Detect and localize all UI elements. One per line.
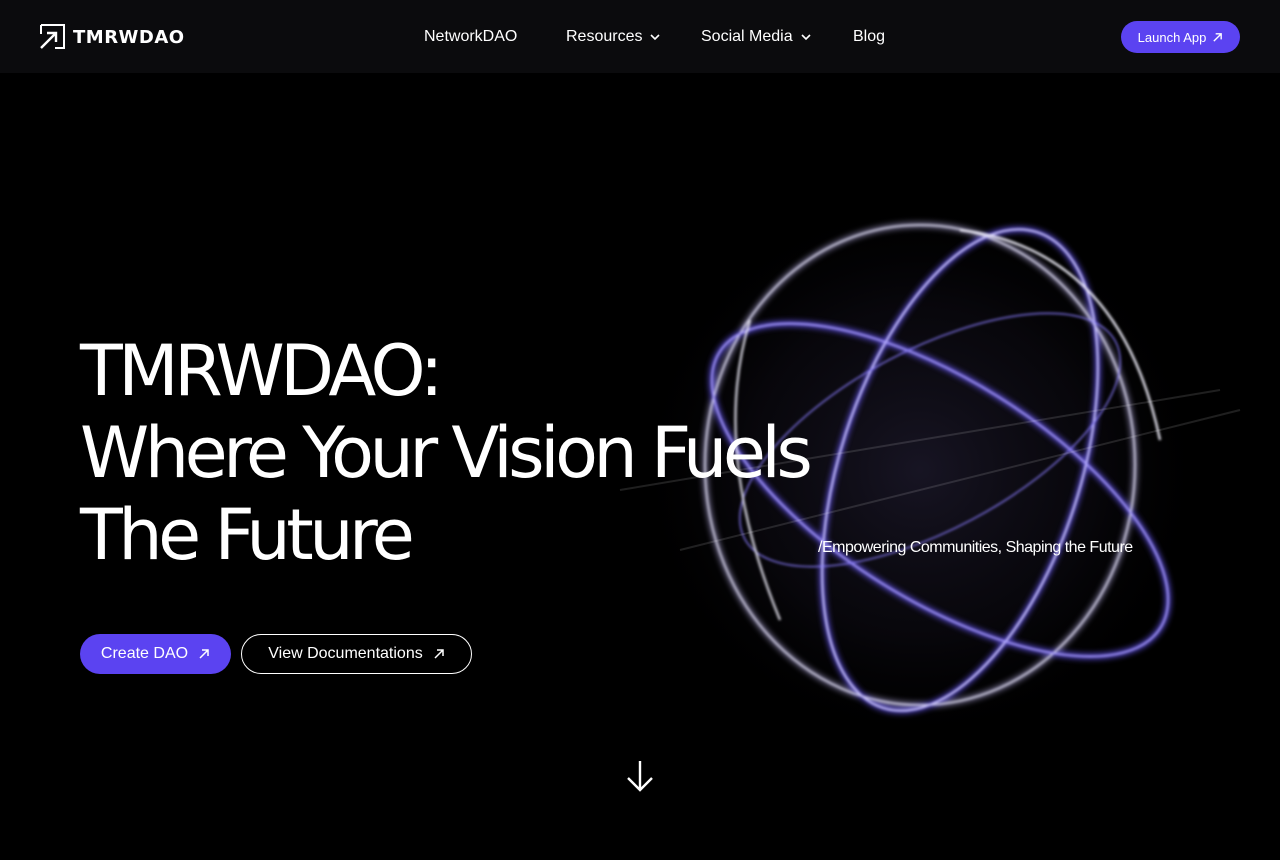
arrow-up-right-icon xyxy=(434,649,444,659)
hero-title: TMRWDAO: Where Your Vision Fuels The Fut… xyxy=(80,330,940,576)
nav-item-label: NetworkDAO xyxy=(424,28,518,45)
hero-tagline: /Empowering Communities, Shaping the Fut… xyxy=(818,539,1133,556)
nav-item-label: Blog xyxy=(853,28,886,45)
launch-app-button[interactable]: Launch App xyxy=(1121,21,1240,53)
chevron-down-icon xyxy=(801,34,811,41)
arrow-up-right-icon xyxy=(199,649,209,659)
view-documentations-button[interactable]: View Documentations xyxy=(241,634,472,674)
arrow-down-icon[interactable] xyxy=(624,758,656,794)
logo-text: TMRWDAO xyxy=(73,26,185,48)
view-documentations-label: View Documentations xyxy=(268,645,423,662)
create-dao-button[interactable]: Create DAO xyxy=(80,634,231,674)
nav-item-blog[interactable]: Blog xyxy=(853,26,885,48)
nav-item-networkdao[interactable]: NetworkDAO xyxy=(424,26,517,48)
nav-item-resources[interactable]: Resources xyxy=(566,26,661,48)
hero-title-line: Where Your Vision Fuels xyxy=(80,412,813,494)
hero-title-line: The Future xyxy=(80,494,415,576)
nav-item-label: Social Media xyxy=(701,28,793,45)
site-header: TMRWDAO NetworkDAO Resources Social Medi… xyxy=(0,0,1280,73)
create-dao-label: Create DAO xyxy=(100,645,189,662)
launch-app-label: Launch App xyxy=(1137,29,1207,45)
hero-title-line: TMRWDAO: xyxy=(80,330,443,412)
chevron-down-icon xyxy=(650,34,661,41)
nav-item-social-media[interactable]: Social Media xyxy=(701,26,812,48)
arrow-up-right-logo-icon xyxy=(40,24,65,49)
logo[interactable]: TMRWDAO xyxy=(38,23,185,51)
landing-page: TMRWDAO NetworkDAO Resources Social Medi… xyxy=(0,0,1280,860)
nav-item-label: Resources xyxy=(566,28,643,45)
arrow-up-right-icon xyxy=(1213,32,1223,42)
